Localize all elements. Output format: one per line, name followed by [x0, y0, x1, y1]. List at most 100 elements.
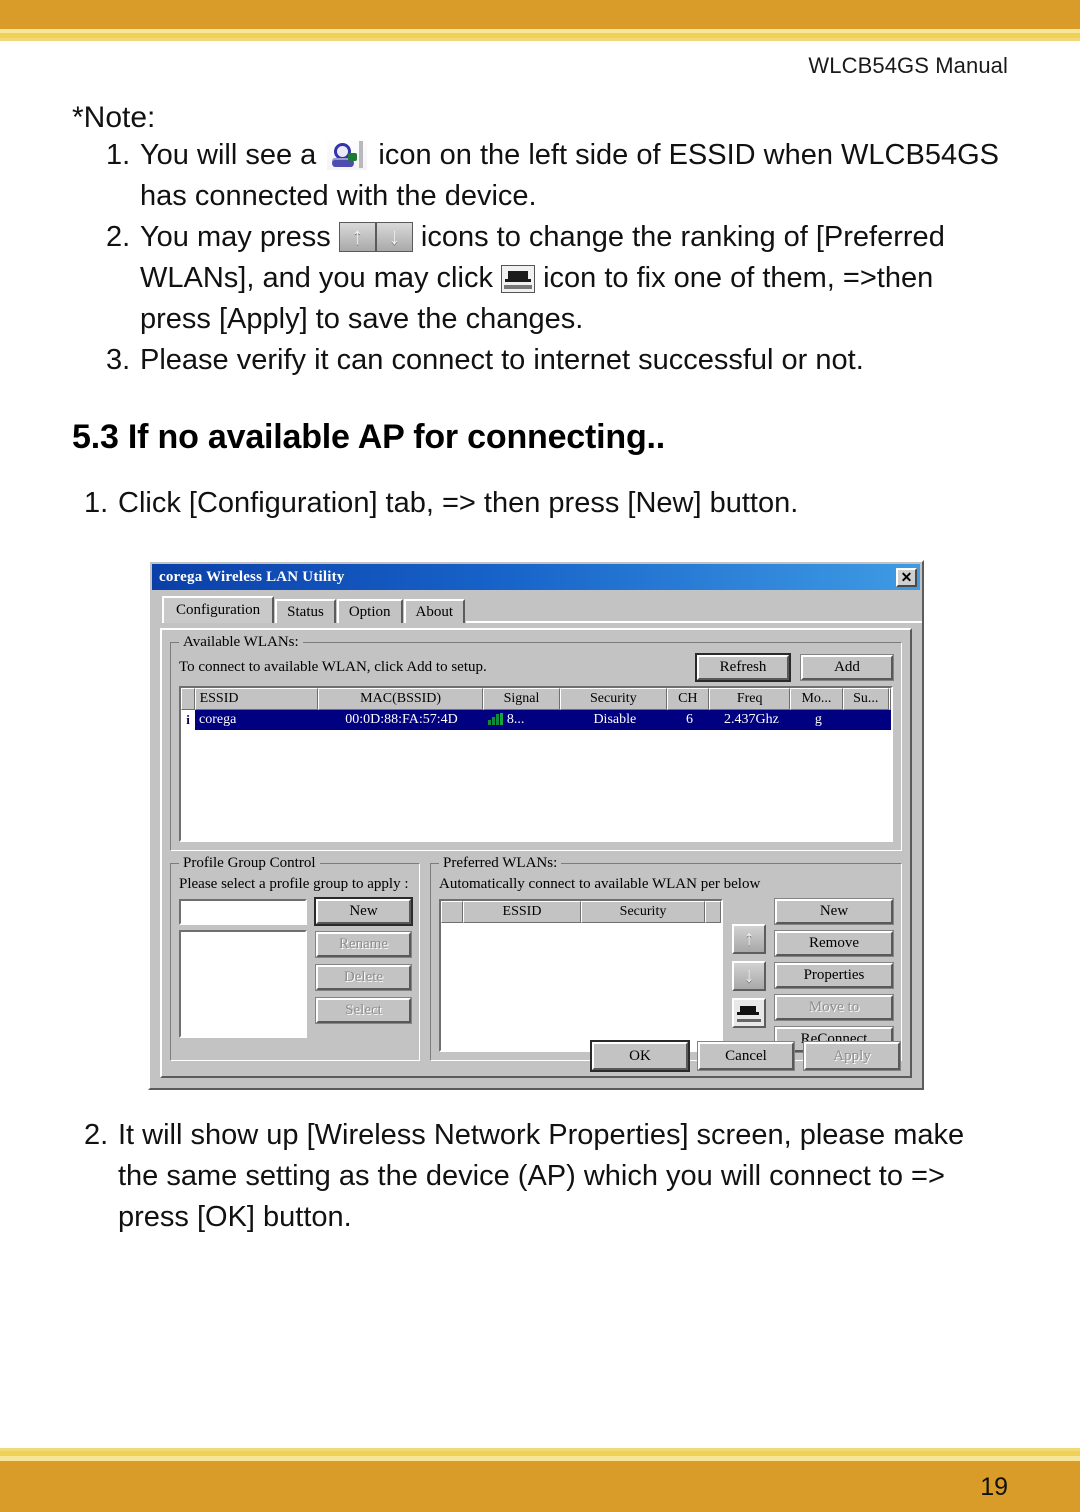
column-header-freq[interactable]: Freq — [709, 688, 791, 710]
profile-rename-button: Rename — [315, 931, 412, 958]
column-header-security[interactable]: Security — [581, 901, 705, 923]
profile-delete-button: Delete — [315, 964, 412, 991]
refresh-button[interactable]: Refresh — [695, 653, 791, 682]
profile-group-input[interactable] — [179, 899, 307, 925]
available-wlans-hint: To connect to available WLAN, click Add … — [179, 659, 487, 675]
step-number: 2. — [84, 1119, 109, 1151]
column-header-super[interactable]: Su... — [842, 688, 889, 710]
tab-label: Status — [287, 603, 324, 620]
profile-group-control-group: Profile Group Control Please select a pr… — [170, 855, 420, 1061]
available-wlans-toolbar: To connect to available WLAN, click Add … — [179, 653, 894, 682]
note-text-part1: You will see a — [140, 138, 317, 171]
note-item-number: 1. — [106, 138, 131, 171]
preferred-wlans-button-column: New Remove Properties Move to ReConnect — [774, 898, 894, 1053]
column-header-security[interactable]: Security — [560, 688, 667, 710]
note-title: *Note: — [72, 101, 156, 134]
section-heading: 5.3 If no available AP for connecting.. — [72, 417, 666, 456]
profile-new-button[interactable]: New — [314, 897, 413, 926]
table-header-row: ESSID Security — [441, 901, 721, 923]
pin-icon — [501, 265, 536, 294]
dialog-title: corega Wireless LAN Utility — [159, 568, 345, 585]
step-text: It will show up [Wireless Network Proper… — [118, 1119, 965, 1234]
list-item: 3. Please verify it can connect to inter… — [106, 340, 1008, 381]
column-header-icon[interactable] — [181, 688, 195, 710]
preferred-new-button[interactable]: New — [774, 898, 894, 925]
available-wlans-listview[interactable]: ESSID MAC(BSSID) Signal Security CH Freq… — [179, 686, 893, 842]
column-header-mac[interactable]: MAC(BSSID) — [318, 688, 483, 710]
arrow-up-icon: ↑ — [338, 221, 376, 252]
note-list: 1. You will see a icon on the left side … — [72, 135, 1008, 382]
running-head: WLCB54GS Manual — [808, 53, 1008, 78]
bottom-orange-band: 19 — [0, 1461, 1080, 1512]
column-header-xr[interactable]: XR — [889, 688, 891, 710]
cell-ch: 6 — [685, 712, 693, 727]
wireless-lan-utility-dialog[interactable]: corega Wireless LAN Utility ✕ Configurat… — [148, 560, 924, 1090]
move-down-icon[interactable]: ↓ — [732, 960, 766, 991]
move-up-icon[interactable]: ↑ — [732, 923, 766, 954]
page-bottom-border: 19 — [0, 1448, 1080, 1512]
profile-group-hint: Please select a profile group to apply : — [179, 876, 409, 892]
signal-bars-icon — [487, 713, 503, 725]
cell-signal: 8... — [484, 710, 562, 730]
tab-status[interactable]: Status — [275, 599, 336, 623]
list-item: 2. It will show up [Wireless Network Pro… — [84, 1115, 1008, 1239]
column-header-signal[interactable]: Signal — [482, 688, 561, 710]
step-list: 1. Click [Configuration] tab, => then pr… — [72, 483, 1008, 524]
preferred-move-to-button: Move to — [774, 994, 894, 1021]
cell-super — [844, 710, 891, 730]
network-globe-icon — [327, 139, 368, 170]
profile-select-button: Select — [315, 997, 412, 1024]
note-text-part1: You may press — [140, 220, 331, 253]
note-item-number: 2. — [106, 220, 131, 253]
post-figure-content: 2. It will show up [Wireless Network Pro… — [0, 1115, 1080, 1239]
note-item-body: You will see a icon on the left side of … — [140, 135, 1008, 217]
step-list-continued: 2. It will show up [Wireless Network Pro… — [72, 1115, 1008, 1239]
table-header-row: ESSID MAC(BSSID) Signal Security CH Freq… — [181, 688, 891, 710]
preferred-wlans-empty-area[interactable] — [441, 923, 721, 1029]
column-header-blank[interactable] — [441, 901, 463, 923]
cell-mode: g — [814, 712, 822, 727]
available-wlans-group: Available WLANs: To connect to available… — [170, 634, 902, 851]
note-item-body: You may press ↑ ↓ icons to change the ran… — [140, 217, 1008, 341]
page-number: 19 — [980, 1473, 1008, 1501]
available-wlans-empty-area[interactable] — [181, 730, 891, 840]
profile-group-listbox[interactable] — [179, 930, 307, 1038]
column-header-extra[interactable] — [705, 901, 721, 923]
column-header-mode[interactable]: Mo... — [790, 688, 843, 710]
close-icon[interactable]: ✕ — [896, 567, 917, 587]
available-wlans-label: Available WLANs: — [179, 634, 303, 651]
configuration-panel: Available WLANs: To connect to available… — [160, 628, 912, 1078]
dialog-tabstrip[interactable]: Configuration Status Option About — [162, 596, 922, 623]
profile-group-control-label: Profile Group Control — [179, 855, 320, 872]
tab-about[interactable]: About — [403, 599, 466, 623]
note-item-number: 3. — [106, 344, 131, 377]
order-button-column: ↑ ↓ — [732, 899, 766, 1052]
tab-label: Option — [348, 603, 391, 620]
pin-icon[interactable] — [732, 997, 766, 1028]
lower-groups: Profile Group Control Please select a pr… — [170, 855, 902, 1061]
ok-button[interactable]: OK — [590, 1040, 690, 1072]
dialog-titlebar[interactable]: corega Wireless LAN Utility ✕ — [152, 564, 920, 590]
note-item-body: Please verify it can connect to internet… — [140, 344, 864, 377]
step-number: 1. — [84, 486, 109, 519]
table-row[interactable]: i corega 00:0D:88:FA:57:4D 8... Disable … — [181, 710, 891, 730]
cancel-button[interactable]: Cancel — [697, 1041, 795, 1071]
preferred-wlans-group: Preferred WLANs: Automatically connect t… — [430, 855, 902, 1061]
tabstrip-filler — [466, 621, 922, 623]
add-button[interactable]: Add — [800, 654, 894, 681]
cell-mac: 00:0D:88:FA:57:4D — [345, 712, 458, 727]
cell-freq: 2.437Ghz — [724, 712, 779, 727]
preferred-properties-button[interactable]: Properties — [774, 962, 894, 989]
arrow-down-icon: ↓ — [375, 221, 413, 252]
preferred-remove-button[interactable]: Remove — [774, 930, 894, 957]
column-header-ch[interactable]: CH — [666, 688, 710, 710]
tab-label: Configuration — [176, 602, 261, 618]
preferred-wlans-hint: Automatically connect to available WLAN … — [439, 876, 761, 892]
column-header-essid[interactable]: ESSID — [463, 901, 581, 923]
preferred-wlans-listview[interactable]: ESSID Security — [439, 899, 723, 1052]
tab-option[interactable]: Option — [336, 599, 403, 623]
tab-configuration[interactable]: Configuration — [162, 596, 275, 623]
step-text: Click [Configuration] tab, => then press… — [118, 486, 799, 519]
preferred-wlans-label: Preferred WLANs: — [439, 855, 562, 872]
column-header-essid[interactable]: ESSID — [194, 688, 319, 710]
